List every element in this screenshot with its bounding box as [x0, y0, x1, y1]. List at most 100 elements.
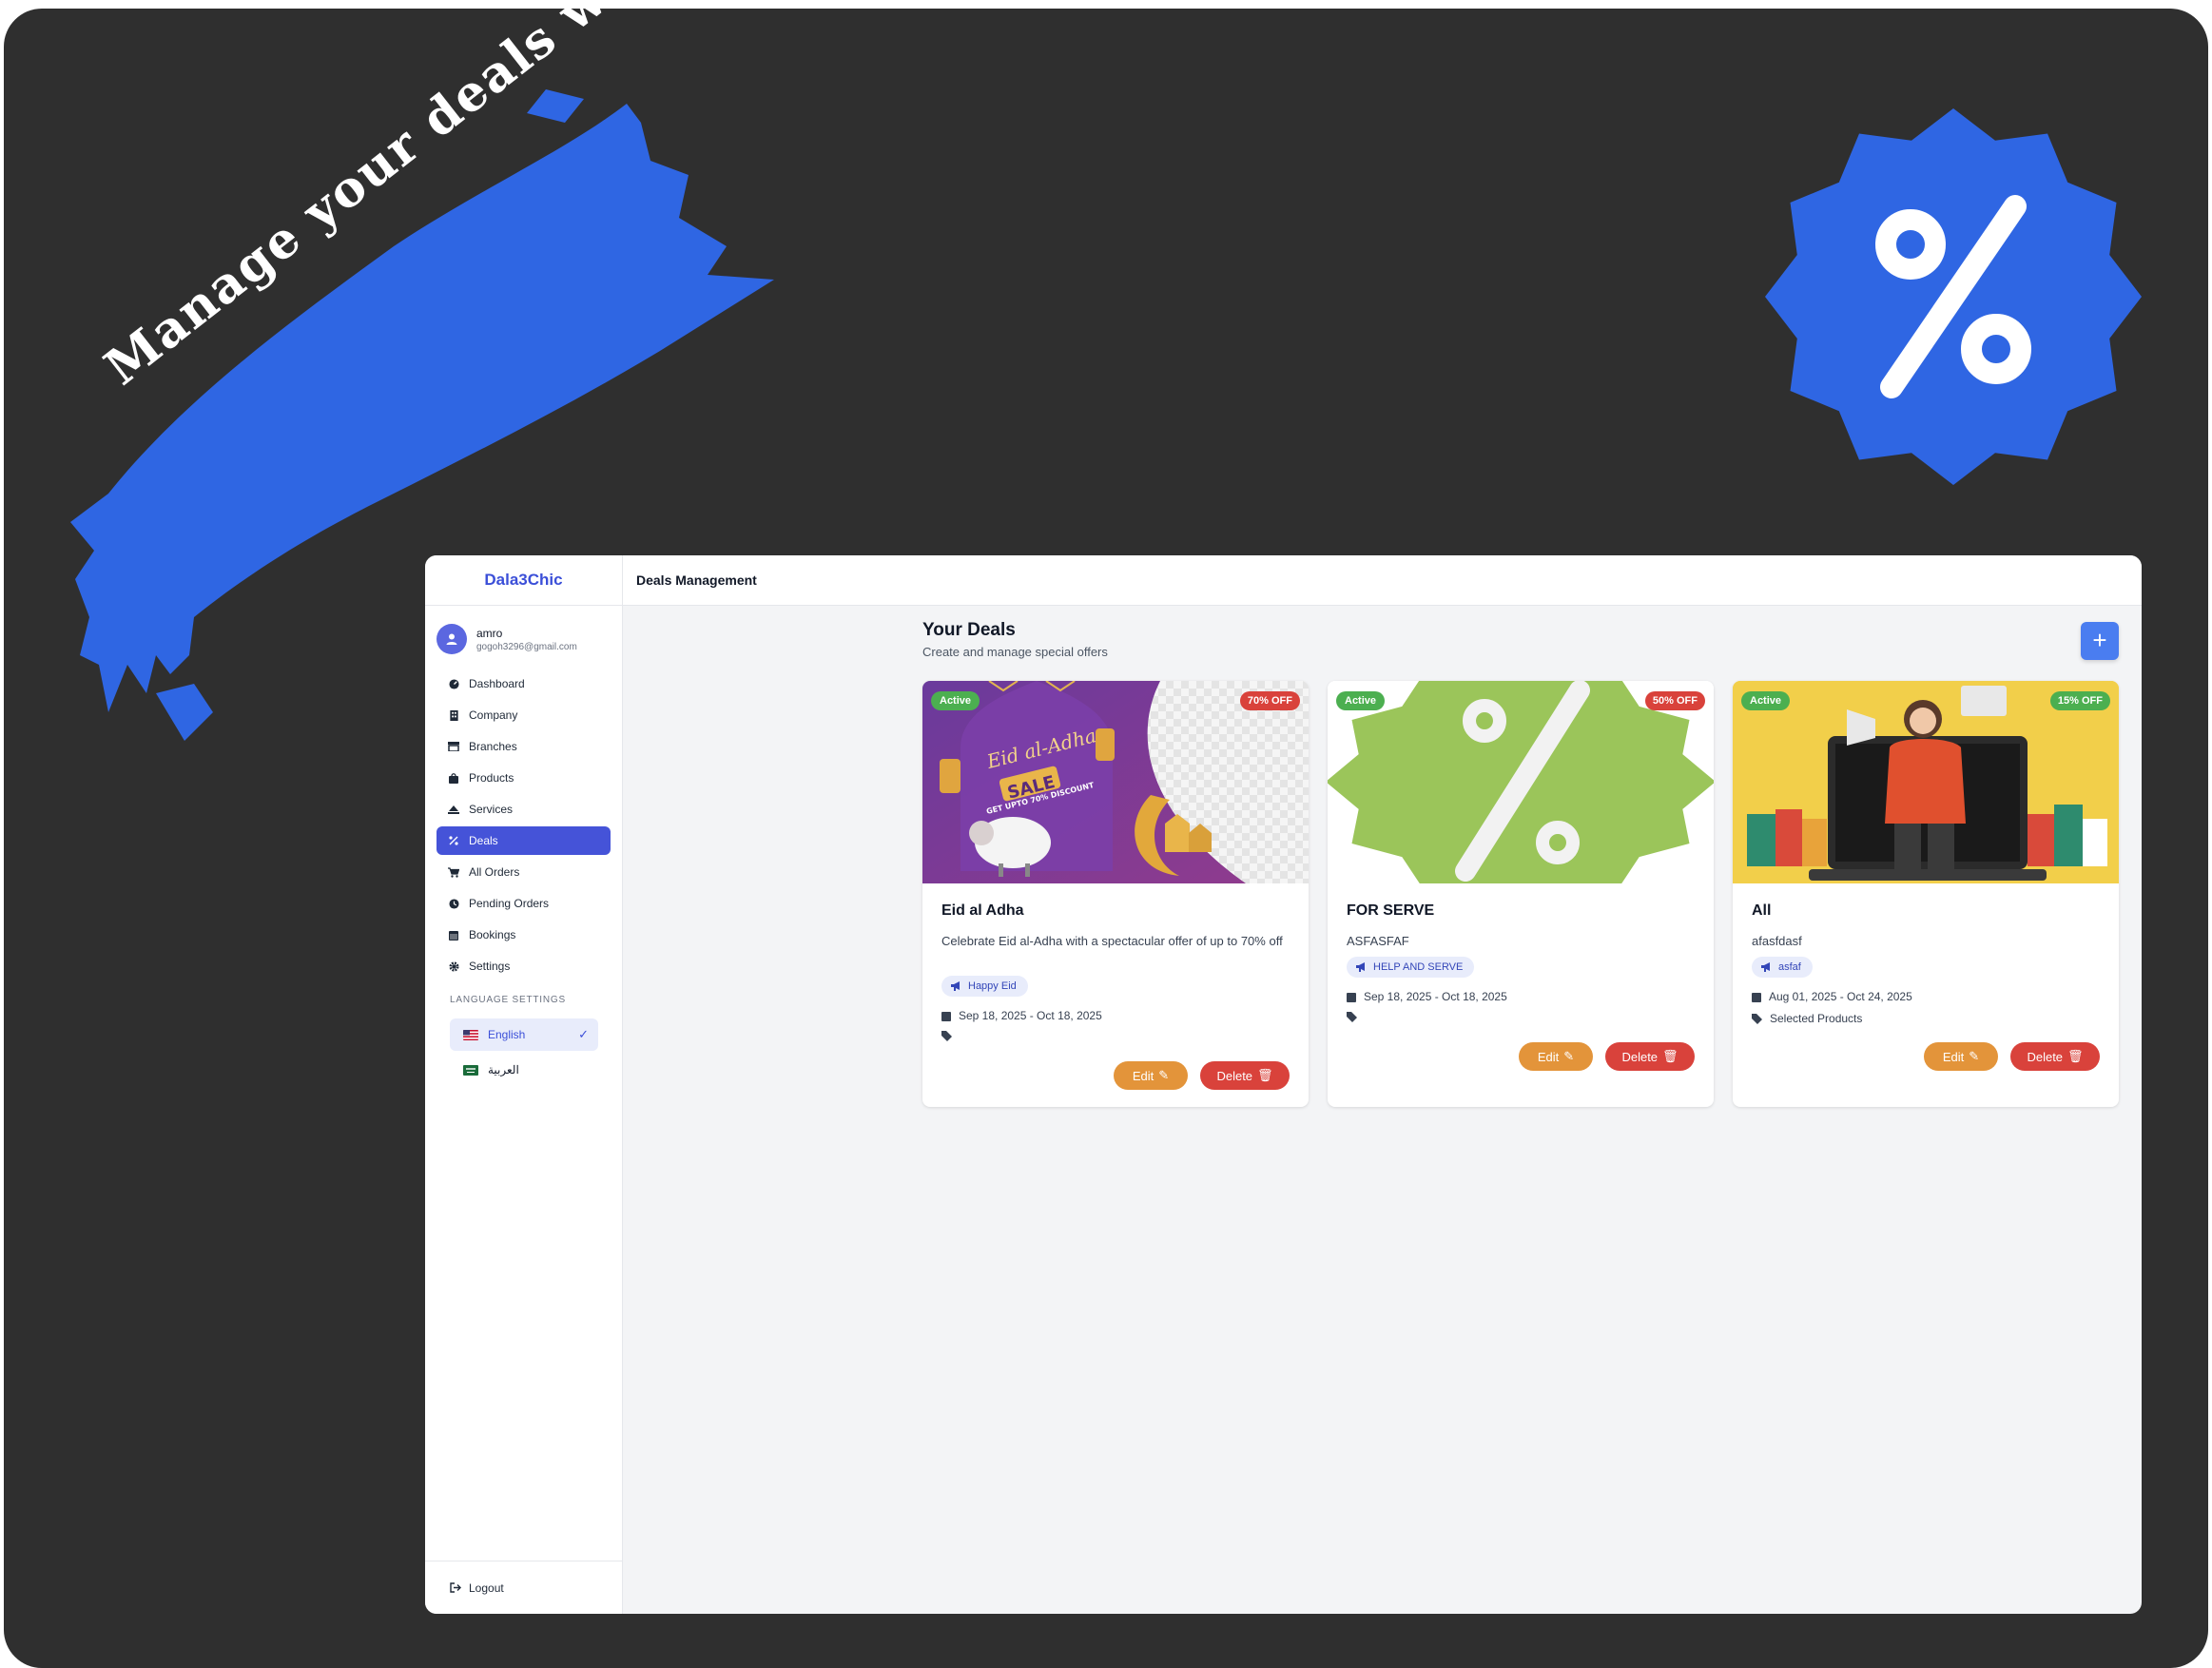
- edit-button[interactable]: Edit ✎: [1924, 1042, 1998, 1071]
- deal-dates: Sep 18, 2025 - Oct 18, 2025: [941, 1009, 1102, 1022]
- deal-title: Eid al Adha: [941, 902, 1024, 919]
- delete-button[interactable]: Delete 🗑: [2010, 1042, 2100, 1071]
- dashboard-icon: [448, 678, 459, 689]
- status-badge: Active: [1336, 691, 1386, 710]
- sidebar-item-label: Pending Orders: [469, 897, 550, 910]
- edit-button[interactable]: Edit ✎: [1519, 1042, 1593, 1071]
- edit-label: Edit: [1132, 1068, 1155, 1083]
- user-name: amro: [476, 626, 503, 640]
- saudi-flag-icon: [463, 1064, 478, 1076]
- deal-description: ASFASFAF: [1347, 934, 1409, 948]
- sidebar-item-label: Branches: [469, 740, 517, 753]
- edit-label: Edit: [1537, 1049, 1560, 1064]
- calendar-icon: [448, 929, 459, 941]
- deal-dates-label: Sep 18, 2025 - Oct 18, 2025: [959, 1009, 1102, 1022]
- delete-label: Delete: [1216, 1068, 1253, 1083]
- discount-badge: 15% OFF: [2049, 691, 2110, 710]
- sidebar-nav: Dashboard Company Branches Products Serv…: [437, 669, 611, 983]
- deal-tag-label: Happy Eid: [968, 980, 1017, 992]
- sidebar-item-branches[interactable]: Branches: [437, 732, 611, 761]
- deal-extra: [941, 1031, 960, 1041]
- language-label: العربية: [488, 1063, 519, 1076]
- language-option-arabic[interactable]: العربية: [450, 1054, 598, 1086]
- tag-icon: [1347, 1012, 1357, 1022]
- deal-card: Active 15% OFF All afasfdasf asfaf Aug 0…: [1733, 681, 2119, 1107]
- deal-dates-label: Sep 18, 2025 - Oct 18, 2025: [1364, 990, 1507, 1003]
- app-window: Dala3Chic amro gogoh3296@gmail.com Dashb…: [425, 555, 2142, 1614]
- deal-description: Celebrate Eid al-Adha with a spectacular…: [941, 934, 1283, 948]
- delete-button[interactable]: Delete 🗑: [1200, 1061, 1290, 1090]
- user-icon: [446, 633, 457, 645]
- cart-icon: [448, 866, 459, 878]
- logout-label: Logout: [469, 1581, 504, 1595]
- sidebar: Dala3Chic amro gogoh3296@gmail.com Dashb…: [425, 555, 623, 1614]
- gear-icon: [448, 960, 459, 972]
- edit-icon: ✎: [1158, 1068, 1170, 1082]
- discount-badge: 50% OFF: [1644, 691, 1705, 710]
- discount-badge-icon: [1765, 108, 2142, 485]
- trash-icon: 🗑: [1257, 1068, 1273, 1082]
- deal-dates: Aug 01, 2025 - Oct 24, 2025: [1752, 990, 1912, 1003]
- tag-icon: [1752, 1013, 1762, 1024]
- sidebar-item-label: Services: [469, 803, 514, 816]
- megaphone-icon: [1356, 962, 1365, 972]
- deal-dates-label: Aug 01, 2025 - Oct 24, 2025: [1769, 990, 1912, 1003]
- sidebar-item-products[interactable]: Products: [437, 764, 611, 792]
- sidebar-item-label: Dashboard: [469, 677, 525, 690]
- add-deal-button[interactable]: +: [2081, 622, 2119, 660]
- percent-icon: [448, 835, 459, 846]
- language-settings-title: LANGUAGE SETTINGS: [450, 995, 566, 1005]
- deal-tag-label: asfaf: [1778, 961, 1801, 973]
- language-label: English: [488, 1028, 526, 1041]
- deal-image-eid: Eid al-Adha SALE GET UPTO 70% DISCOUNT A…: [922, 681, 1309, 883]
- language-option-english[interactable]: English ✓: [450, 1018, 598, 1051]
- calendar-icon: [1347, 992, 1356, 1002]
- deal-tag: Happy Eid: [941, 976, 1028, 997]
- deal-tag: HELP AND SERVE: [1347, 957, 1475, 978]
- edit-icon: ✎: [1969, 1049, 1980, 1063]
- user-profile[interactable]: amro gogoh3296@gmail.com: [437, 624, 577, 654]
- deal-image-shopping: Active 15% OFF: [1733, 681, 2119, 883]
- sidebar-item-label: Bookings: [469, 928, 516, 941]
- deal-title: All: [1752, 902, 1772, 919]
- status-badge: Active: [1741, 691, 1791, 710]
- calendar-icon: [1752, 992, 1761, 1002]
- store-icon: [448, 741, 459, 752]
- building-icon: [448, 709, 459, 721]
- deal-dates: Sep 18, 2025 - Oct 18, 2025: [1347, 990, 1507, 1003]
- delete-button[interactable]: Delete 🗑: [1605, 1042, 1695, 1071]
- topbar-title: Deals Management: [623, 555, 2142, 606]
- sidebar-item-bookings[interactable]: Bookings: [437, 921, 611, 949]
- deal-extra: Selected Products: [1752, 1012, 1862, 1025]
- logout-button[interactable]: Logout: [425, 1561, 622, 1614]
- discount-badge: 70% OFF: [1239, 691, 1300, 710]
- delete-label: Delete: [1621, 1049, 1659, 1064]
- deal-image-percent: Active 50% OFF: [1328, 681, 1714, 883]
- sidebar-item-company[interactable]: Company: [437, 701, 611, 729]
- sidebar-item-label: All Orders: [469, 865, 520, 879]
- sidebar-item-all-orders[interactable]: All Orders: [437, 858, 611, 886]
- sidebar-item-deals[interactable]: Deals: [437, 826, 611, 855]
- user-email: gogoh3296@gmail.com: [476, 641, 577, 652]
- sidebar-item-settings[interactable]: Settings: [437, 952, 611, 980]
- sidebar-item-label: Settings: [469, 960, 511, 973]
- shopping-banner-image: [1733, 681, 2119, 883]
- brand-logo[interactable]: Dala3Chic: [425, 555, 622, 606]
- eid-banner-image: Eid al-Adha SALE GET UPTO 70% DISCOUNT: [922, 681, 1309, 883]
- deal-card: Active 50% OFF FOR SERVE ASFASFAF HELP A…: [1328, 681, 1714, 1107]
- trash-icon: 🗑: [2067, 1049, 2084, 1063]
- edit-button[interactable]: Edit ✎: [1114, 1061, 1188, 1090]
- sidebar-item-dashboard[interactable]: Dashboard: [437, 669, 611, 698]
- page-subtitle: Create and manage special offers: [922, 645, 1108, 659]
- edit-label: Edit: [1942, 1049, 1965, 1064]
- logout-icon: [450, 1582, 461, 1593]
- bag-icon: [448, 772, 459, 784]
- sidebar-item-label: Company: [469, 708, 518, 722]
- deal-tag: asfaf: [1752, 957, 1813, 978]
- check-icon: ✓: [578, 1027, 589, 1041]
- deal-extra: [1347, 1012, 1365, 1022]
- tag-icon: [941, 1031, 952, 1041]
- sidebar-item-services[interactable]: Services: [437, 795, 611, 824]
- sidebar-item-pending-orders[interactable]: Pending Orders: [437, 889, 611, 918]
- us-flag-icon: [463, 1029, 478, 1040]
